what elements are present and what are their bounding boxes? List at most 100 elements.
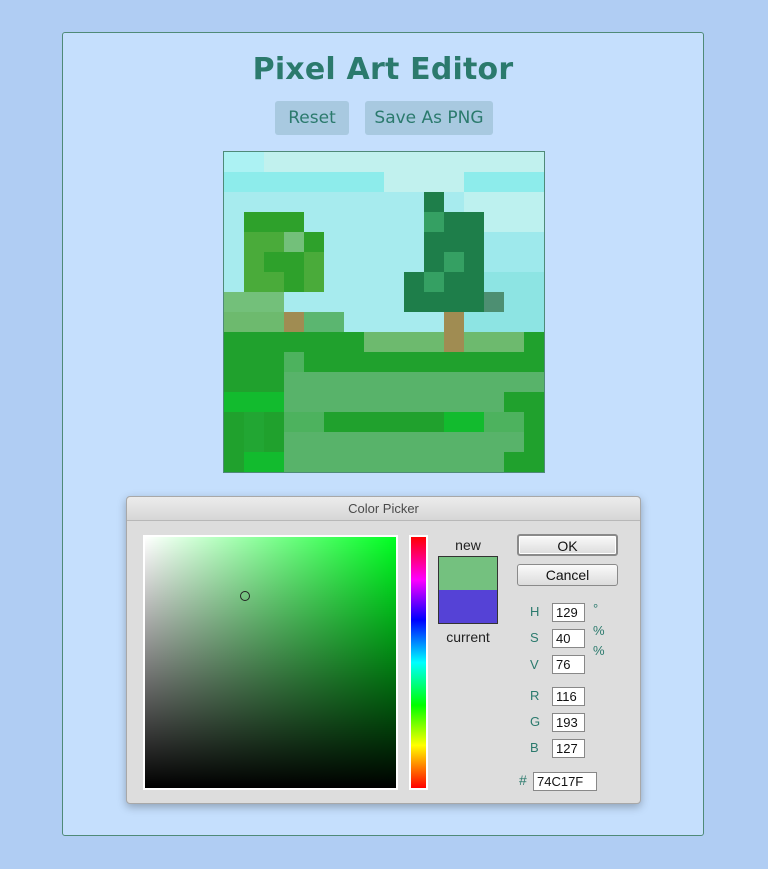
pixel-cell[interactable] <box>424 172 444 192</box>
pixel-cell[interactable] <box>244 152 264 172</box>
pixel-cell[interactable] <box>224 272 244 292</box>
pixel-cell[interactable] <box>224 152 244 172</box>
pixel-cell[interactable] <box>384 352 404 372</box>
pixel-cell[interactable] <box>344 372 364 392</box>
pixel-canvas[interactable] <box>223 151 545 473</box>
pixel-cell[interactable] <box>304 452 324 472</box>
pixel-cell[interactable] <box>344 412 364 432</box>
pixel-cell[interactable] <box>384 292 404 312</box>
pixel-cell[interactable] <box>484 312 504 332</box>
pixel-cell[interactable] <box>244 412 264 432</box>
pixel-cell[interactable] <box>444 352 464 372</box>
pixel-cell[interactable] <box>524 212 544 232</box>
pixel-cell[interactable] <box>344 392 364 412</box>
pixel-cell[interactable] <box>504 192 524 212</box>
pixel-cell[interactable] <box>404 172 424 192</box>
pixel-cell[interactable] <box>484 232 504 252</box>
pixel-cell[interactable] <box>504 392 524 412</box>
pixel-cell[interactable] <box>524 332 544 352</box>
pixel-cell[interactable] <box>384 452 404 472</box>
pixel-cell[interactable] <box>444 452 464 472</box>
pixel-cell[interactable] <box>324 412 344 432</box>
pixel-cell[interactable] <box>224 192 244 212</box>
pixel-cell[interactable] <box>424 232 444 252</box>
pixel-cell[interactable] <box>384 432 404 452</box>
pixel-cell[interactable] <box>484 212 504 232</box>
pixel-cell[interactable] <box>364 432 384 452</box>
pixel-cell[interactable] <box>404 272 424 292</box>
pixel-cell[interactable] <box>484 412 504 432</box>
pixel-cell[interactable] <box>404 192 424 212</box>
pixel-cell[interactable] <box>284 332 304 352</box>
pixel-cell[interactable] <box>284 412 304 432</box>
pixel-cell[interactable] <box>304 372 324 392</box>
pixel-cell[interactable] <box>284 172 304 192</box>
pixel-cell[interactable] <box>264 212 284 232</box>
pixel-cell[interactable] <box>244 292 264 312</box>
pixel-cell[interactable] <box>344 292 364 312</box>
pixel-cell[interactable] <box>404 352 424 372</box>
pixel-cell[interactable] <box>264 292 284 312</box>
pixel-cell[interactable] <box>424 252 444 272</box>
pixel-cell[interactable] <box>324 212 344 232</box>
pixel-cell[interactable] <box>524 192 544 212</box>
pixel-cell[interactable] <box>224 332 244 352</box>
pixel-cell[interactable] <box>324 312 344 332</box>
pixel-cell[interactable] <box>484 172 504 192</box>
pixel-cell[interactable] <box>304 332 324 352</box>
pixel-cell[interactable] <box>424 272 444 292</box>
pixel-cell[interactable] <box>344 172 364 192</box>
pixel-cell[interactable] <box>484 152 504 172</box>
pixel-cell[interactable] <box>444 252 464 272</box>
pixel-cell[interactable] <box>444 272 464 292</box>
pixel-cell[interactable] <box>384 232 404 252</box>
pixel-cell[interactable] <box>464 372 484 392</box>
pixel-cell[interactable] <box>404 452 424 472</box>
pixel-cell[interactable] <box>284 272 304 292</box>
pixel-cell[interactable] <box>404 212 424 232</box>
pixel-cell[interactable] <box>524 352 544 372</box>
pixel-cell[interactable] <box>524 452 544 472</box>
pixel-cell[interactable] <box>344 332 364 352</box>
pixel-cell[interactable] <box>384 332 404 352</box>
pixel-cell[interactable] <box>364 332 384 352</box>
hex-field[interactable] <box>533 772 597 791</box>
pixel-cell[interactable] <box>384 312 404 332</box>
pixel-cell[interactable] <box>424 412 444 432</box>
pixel-cell[interactable] <box>444 212 464 232</box>
pixel-cell[interactable] <box>404 392 424 412</box>
pixel-cell[interactable] <box>364 172 384 192</box>
saturation-value-area[interactable] <box>143 535 398 790</box>
pixel-cell[interactable] <box>464 192 484 212</box>
pixel-cell[interactable] <box>244 252 264 272</box>
pixel-cell[interactable] <box>264 392 284 412</box>
pixel-cell[interactable] <box>264 312 284 332</box>
pixel-cell[interactable] <box>484 292 504 312</box>
pixel-cell[interactable] <box>404 372 424 392</box>
pixel-cell[interactable] <box>444 192 464 212</box>
hue-field[interactable] <box>552 603 585 622</box>
pixel-cell[interactable] <box>304 232 324 252</box>
pixel-cell[interactable] <box>324 232 344 252</box>
pixel-cell[interactable] <box>324 292 344 312</box>
pixel-cell[interactable] <box>504 352 524 372</box>
pixel-cell[interactable] <box>284 212 304 232</box>
pixel-cell[interactable] <box>464 272 484 292</box>
pixel-cell[interactable] <box>244 372 264 392</box>
color-marker[interactable] <box>240 591 250 601</box>
pixel-cell[interactable] <box>304 172 324 192</box>
pixel-cell[interactable] <box>264 192 284 212</box>
pixel-cell[interactable] <box>324 172 344 192</box>
pixel-cell[interactable] <box>364 292 384 312</box>
pixel-cell[interactable] <box>464 352 484 372</box>
pixel-cell[interactable] <box>284 152 304 172</box>
pixel-cell[interactable] <box>224 172 244 192</box>
pixel-cell[interactable] <box>444 232 464 252</box>
save-as-png-button[interactable]: Save As PNG <box>365 101 493 135</box>
pixel-cell[interactable] <box>244 212 264 232</box>
pixel-cell[interactable] <box>524 232 544 252</box>
pixel-cell[interactable] <box>444 312 464 332</box>
pixel-cell[interactable] <box>524 272 544 292</box>
pixel-cell[interactable] <box>304 432 324 452</box>
pixel-cell[interactable] <box>304 412 324 432</box>
